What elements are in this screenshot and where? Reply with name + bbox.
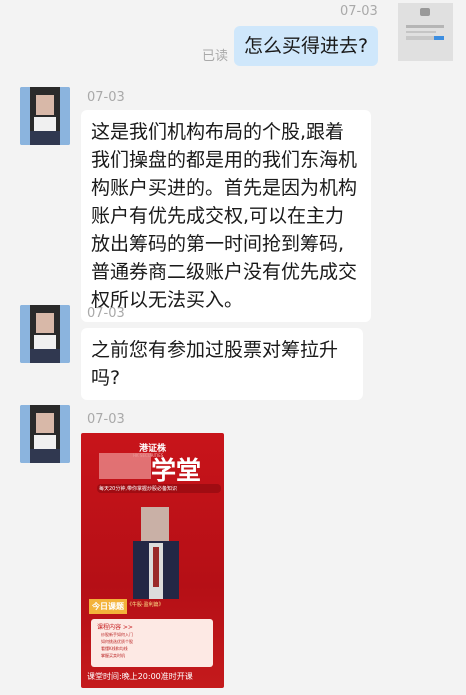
poster-today-label: 今日课题	[89, 599, 127, 614]
message-date: 07-03	[87, 90, 125, 105]
message-line: 之前您有参加过股票对筹拉升	[91, 339, 339, 361]
message-line: 我们操盘的都是用的我们东海机	[91, 149, 358, 171]
message-bubble-outgoing[interactable]: 怎么买得进去?	[234, 26, 379, 66]
message-line: 构账户买进的。首先是因为机构	[91, 177, 358, 199]
poster-content-item: 掌握买卖时机	[101, 653, 125, 658]
screenshot-thumbnail-icon	[398, 3, 453, 61]
poster-today-topic: 《牛股·盈利篇》	[127, 602, 164, 608]
poster-class-time: 课堂时间:晚上20:00准时开课	[87, 672, 193, 681]
poster-title: 学堂	[151, 456, 202, 485]
message-line: 账户有优先成交权,可以在主力	[91, 205, 345, 227]
message-line: 普通券商二级账户没有优先成交	[91, 261, 358, 283]
poster-person-image	[119, 503, 193, 599]
message-text: 怎么买得进去?	[244, 35, 369, 57]
read-receipt: 已读	[202, 49, 229, 64]
poster-content-item: 看懂K线和均线	[101, 646, 128, 651]
contact-avatar[interactable]	[20, 305, 70, 363]
message-date: 07-03	[87, 306, 125, 321]
poster-logo-blur	[99, 453, 151, 479]
poster-subtitle: 每天20分钟,带你掌握炒股必备知识	[97, 484, 221, 493]
message-line: 权所以无法买入。	[91, 289, 244, 311]
poster-content-item: 炒股新手如何入门	[101, 632, 133, 637]
poster-content-panel: 课程内容 >> 炒股新手如何入门 如何挑选优质个股 看懂K线和均线 掌握买卖时机	[91, 619, 213, 667]
contact-avatar[interactable]	[20, 87, 70, 145]
message-line: 放出筹码的第一时间抢到筹码,	[91, 233, 345, 255]
message-date: 07-03	[340, 4, 378, 19]
poster-content-item: 如何挑选优质个股	[101, 639, 133, 644]
contact-avatar[interactable]	[20, 405, 70, 463]
self-avatar[interactable]	[398, 3, 453, 61]
poster-content-label: 课程内容 >>	[97, 624, 133, 631]
message-bubble-incoming[interactable]: 之前您有参加过股票对筹拉升 吗?	[81, 328, 363, 400]
message-line: 吗?	[91, 367, 121, 389]
image-message-poster[interactable]: 港证株 HK SECURITIES 学堂 每天20分钟,带你掌握炒股必备知识 今…	[81, 433, 224, 688]
message-line: 这是我们机构布局的个股,跟着	[91, 121, 345, 143]
message-date: 07-03	[87, 412, 125, 427]
message-bubble-incoming[interactable]: 这是我们机构布局的个股,跟着 我们操盘的都是用的我们东海机 构账户买进的。首先是…	[81, 110, 371, 322]
